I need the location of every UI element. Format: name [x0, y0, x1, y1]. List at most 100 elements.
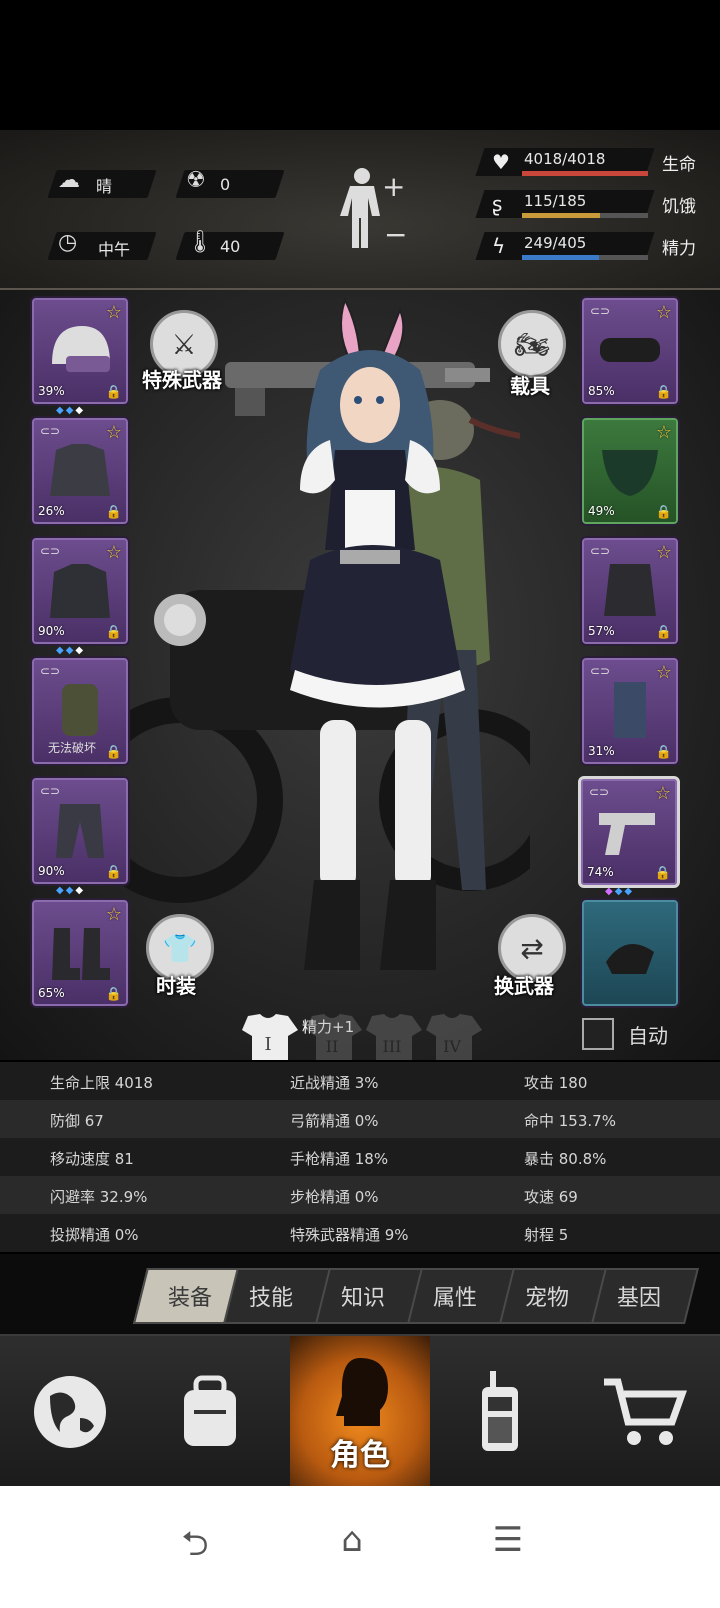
auto-checkbox[interactable]: [582, 1018, 614, 1050]
lightning-icon: ϟ: [492, 234, 506, 258]
stat-throw-mastery: 投掷精通 0%: [50, 1226, 139, 1244]
tab-bar: 装备 技能 知识 属性 宠物 基因: [0, 1254, 720, 1334]
hunger-label: 饥饿: [662, 197, 696, 217]
head-silhouette-icon: [336, 1358, 388, 1426]
clock-icon: ◷: [58, 230, 78, 255]
stat-attack-speed: 攻速 69: [524, 1188, 578, 1206]
shield-slot[interactable]: ⊂⊃ ☆ 31% 🔒: [580, 656, 680, 766]
outfit-set-1[interactable]: I: [238, 1012, 298, 1060]
tab-equipment-label: 装备: [167, 1286, 212, 1311]
lock-icon: 🔒: [105, 865, 122, 880]
bottom-nav: 角色: [0, 1334, 720, 1488]
time-text: 中午: [98, 240, 131, 259]
gem-sockets: ◆◆◆: [56, 645, 86, 656]
energy-bar: ϟ 249/405 精力: [475, 228, 710, 262]
stat-move-speed: 移动速度 81: [50, 1150, 134, 1168]
svg-text:II: II: [326, 1037, 339, 1056]
home-icon[interactable]: ⌂: [322, 1520, 382, 1570]
backpack-nav-icon: [184, 1375, 236, 1446]
bag-slot[interactable]: [580, 898, 680, 1008]
stats-row: 闪避率 32.9% 步枪精通 0% 攻速 69: [0, 1176, 720, 1214]
vehicle-label: 载具: [510, 374, 550, 398]
vest-durability: 57%: [588, 624, 615, 638]
mask-slot[interactable]: ☆ 49% 🔒: [580, 416, 680, 526]
tshirt-icon: 👕: [162, 931, 198, 965]
character-scene: ☆ 39% 🔒 ◆◆◆ ⊂⊃ ☆ 26% 🔒 ⊂⊃ ☆ 90% 🔒 ◆◆◆ ⊂⊃…: [0, 290, 720, 1060]
menu-icon[interactable]: ☰: [478, 1520, 538, 1570]
helmet-slot[interactable]: ☆ 39% 🔒 ◆◆◆: [30, 296, 130, 416]
gem-sockets: ◆◆◆: [605, 886, 635, 897]
lock-icon: 🔒: [105, 987, 122, 1002]
motorcycle-icon: 🏍: [514, 327, 550, 361]
link-icon: ⊂⊃: [40, 544, 61, 558]
shopping-cart-icon: [604, 1378, 687, 1445]
boots-durability: 65%: [38, 986, 65, 1000]
tab-genes-label: 基因: [616, 1286, 661, 1311]
nav-shop[interactable]: [575, 1336, 715, 1488]
rocket-icon: ⚔: [171, 327, 197, 361]
link-icon: ⊂⊃: [40, 664, 61, 678]
outfit-set-3[interactable]: III: [362, 1012, 422, 1060]
lock-icon: 🔒: [654, 866, 671, 881]
lock-icon: 🔒: [655, 745, 672, 760]
swap-icon: ⇄: [520, 931, 544, 965]
link-icon: ⊂⊃: [589, 785, 610, 799]
pouch-icon: [606, 944, 654, 974]
shirt-slot[interactable]: ⊂⊃ ☆ 26% 🔒: [30, 416, 130, 526]
cloud-sun-icon: ☁: [58, 168, 80, 193]
stats-row: 投掷精通 0% 特殊武器精通 9% 射程 5: [0, 1214, 720, 1252]
shield-durability: 31%: [588, 744, 615, 758]
auto-label: 自动: [628, 1024, 668, 1048]
radiation-value: 0: [220, 175, 231, 194]
stat-crit: 暴击 80.8%: [524, 1150, 607, 1168]
back-icon[interactable]: ⮌: [165, 1520, 225, 1570]
vehicle-button[interactable]: 🏍: [498, 310, 566, 378]
outfit-set-4[interactable]: IV: [422, 1012, 482, 1060]
lock-icon: 🔒: [105, 505, 122, 520]
nav-world-map[interactable]: [0, 1336, 140, 1488]
shirt-durability: 26%: [38, 504, 65, 518]
svg-text:+: +: [382, 170, 405, 203]
boots-slot[interactable]: ☆ 65% 🔒: [30, 898, 130, 1008]
tab-skills-label: 技能: [248, 1286, 293, 1311]
pistol-slot[interactable]: ⊂⊃ ☆ 74% 🔒 ◆◆◆: [578, 776, 680, 897]
swap-weapon-label: 换武器: [494, 974, 554, 998]
pants-slot[interactable]: ⊂⊃ 90% 🔒 ◆◆◆: [30, 776, 130, 896]
boots-icon: [52, 928, 110, 980]
link-icon: ⊂⊃: [590, 304, 611, 318]
backpack-slot[interactable]: ⊂⊃ 无法破坏 🔒: [30, 656, 130, 766]
nav-radio[interactable]: [430, 1336, 570, 1488]
link-icon: ⊂⊃: [40, 784, 61, 798]
health-bar: ♥ 4018/4018 生命: [475, 144, 710, 178]
svg-text:III: III: [383, 1037, 402, 1056]
walkie-talkie-icon: [482, 1371, 518, 1451]
body-status-icon[interactable]: + −: [340, 166, 410, 256]
heart-icon: ♥: [492, 150, 510, 174]
special-weapon-label: 特殊武器: [142, 368, 222, 392]
hunger-value: 115/185: [524, 192, 587, 210]
stat-melee-mastery: 近战精通 3%: [290, 1074, 379, 1092]
nav-inventory[interactable]: [140, 1336, 280, 1488]
stomach-icon: ʂ: [492, 192, 503, 216]
nav-character[interactable]: 角色: [290, 1336, 430, 1488]
goggles-slot[interactable]: ⊂⊃ ☆ 85% 🔒: [580, 296, 680, 406]
vest-slot[interactable]: ⊂⊃ ☆ 57% 🔒: [580, 536, 680, 646]
outfit-set-2[interactable]: II: [302, 1012, 362, 1060]
stat-attack: 攻击 180: [524, 1074, 588, 1092]
hunger-bar: ʂ 115/185 饥饿: [475, 186, 710, 220]
helmet-durability: 39%: [38, 384, 65, 398]
tab-pets-label: 宠物: [524, 1286, 569, 1311]
stat-bow-mastery: 弓箭精通 0%: [290, 1112, 379, 1130]
link-icon: ⊂⊃: [590, 544, 611, 558]
shirt-icon: [50, 444, 110, 496]
pants-durability: 90%: [38, 864, 65, 878]
pants-icon: [56, 804, 104, 858]
shield-icon: [614, 682, 646, 738]
lock-icon: 🔒: [655, 625, 672, 640]
jacket-slot[interactable]: ⊂⊃ ☆ 90% 🔒 ◆◆◆: [30, 536, 130, 656]
character-illustration: [290, 297, 465, 970]
energy-value: 249/405: [524, 234, 587, 252]
goggles-durability: 85%: [588, 384, 615, 398]
temperature-value: 40: [220, 237, 241, 256]
stats-table: 生命上限 4018 近战精通 3% 攻击 180 防御 67 弓箭精通 0% 命…: [0, 1062, 720, 1254]
